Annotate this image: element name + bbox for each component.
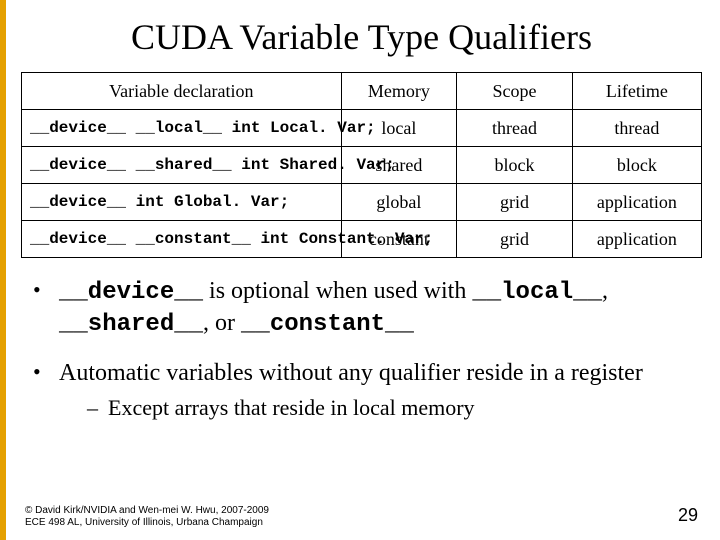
table-row: __device__ __constant__ int Constant. Va… <box>22 221 702 258</box>
cell-decl: __device__ int Global. Var; <box>22 184 342 221</box>
txt: Except arrays that reside in local memor… <box>108 395 475 420</box>
table-row: __device__ __shared__ int Shared. Var; s… <box>22 147 702 184</box>
kw-constant: __constant__ <box>241 311 414 338</box>
sub-list: Except arrays that reside in local memor… <box>59 394 698 422</box>
cell-lifetime: application <box>572 184 701 221</box>
cell-memory: global <box>341 184 457 221</box>
kw-local: __local__ <box>472 279 602 306</box>
col-memory: Memory <box>341 73 457 110</box>
cell-scope: block <box>457 147 573 184</box>
cell-scope: grid <box>457 184 573 221</box>
bullet-1: __device__ is optional when used with __… <box>33 276 698 340</box>
sub-bullet-1: Except arrays that reside in local memor… <box>87 394 698 422</box>
copyright-line-2: ECE 498 AL, University of Illinois, Urba… <box>25 517 269 529</box>
bullet-list: __device__ is optional when used with __… <box>21 276 702 422</box>
footer: © David Kirk/NVIDIA and Wen-mei W. Hwu, … <box>25 505 269 528</box>
cell-decl: __device__ __shared__ int Shared. Var; <box>22 147 342 184</box>
col-scope: Scope <box>457 73 573 110</box>
copyright-line-1: © David Kirk/NVIDIA and Wen-mei W. Hwu, … <box>25 505 269 517</box>
col-decl: Variable declaration <box>22 73 342 110</box>
cell-decl: __device__ __constant__ int Constant. Va… <box>22 221 342 258</box>
txt: , <box>602 278 608 304</box>
kw-shared: __shared__ <box>59 311 203 338</box>
slide: CUDA Variable Type Qualifiers Variable d… <box>0 0 720 540</box>
accent-bar <box>3 0 6 540</box>
kw-device: __device__ <box>59 279 203 306</box>
cell-scope: thread <box>457 110 573 147</box>
txt: Automatic variables without any qualifie… <box>59 360 643 386</box>
table-header-row: Variable declaration Memory Scope Lifeti… <box>22 73 702 110</box>
cell-lifetime: block <box>572 147 701 184</box>
page-title: CUDA Variable Type Qualifiers <box>21 16 702 58</box>
bullet-2: Automatic variables without any qualifie… <box>33 358 698 422</box>
txt: is optional when used with <box>203 278 472 304</box>
cell-lifetime: application <box>572 221 701 258</box>
table-row: __device__ int Global. Var; global grid … <box>22 184 702 221</box>
cell-scope: grid <box>457 221 573 258</box>
cell-decl: __device__ __local__ int Local. Var; <box>22 110 342 147</box>
col-lifetime: Lifetime <box>572 73 701 110</box>
page-number: 29 <box>678 505 698 526</box>
qualifier-table: Variable declaration Memory Scope Lifeti… <box>21 72 702 258</box>
cell-lifetime: thread <box>572 110 701 147</box>
txt: , or <box>203 310 241 336</box>
table-row: __device__ __local__ int Local. Var; loc… <box>22 110 702 147</box>
